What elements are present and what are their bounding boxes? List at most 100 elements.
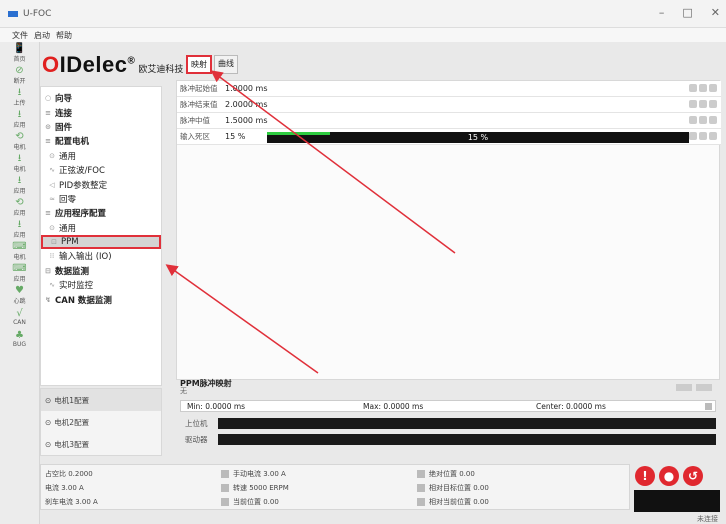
nav-item-7[interactable]: ≈ 回零 (41, 192, 161, 206)
info-icon[interactable] (709, 116, 717, 124)
toolbar-icon: ♥ (15, 284, 24, 296)
param-row-pulse-start[interactable]: 脉冲起始值 1.0000 ms (177, 81, 721, 97)
nav-item-0[interactable]: ○ 向导 (41, 91, 161, 105)
stop-button[interactable]: ● (659, 466, 679, 486)
host-level-bar (218, 418, 716, 429)
toolbar-button-9[interactable]: ⌨ 电机 (0, 240, 39, 262)
default-icon[interactable] (699, 84, 707, 92)
param-row-pulse-center[interactable]: 脉冲中值 1.5000 ms (177, 113, 721, 129)
title-bar: U-FOC – □ ✕ (0, 0, 726, 28)
motor-config-list: ⊙ 电机1配置 ⊙ 电机2配置 ⊙ 电机3配置 (40, 388, 162, 456)
stat-relative-current[interactable]: 相对当前位置 0.00 (417, 496, 489, 508)
toolbar-button-3[interactable]: ⭳ 应用 (0, 108, 39, 130)
ppm-mapping-section: PPM脉冲映射 无 Min: 0.0000 ms Max: 0.0000 ms … (176, 379, 720, 456)
apply-button[interactable] (696, 384, 712, 391)
window-title: U-FOC (23, 8, 52, 19)
param-value[interactable]: 1.5000 ms (221, 116, 268, 125)
toolbar-button-8[interactable]: ⭳ 应用 (0, 218, 39, 240)
minimize-button[interactable]: – (659, 6, 665, 19)
tab-curve[interactable]: 曲线 (214, 55, 238, 74)
stat-relative-target[interactable]: 相对目标位置 0.00 (417, 482, 489, 494)
info-icon[interactable] (709, 84, 717, 92)
toolbar-icon: 📱 (13, 42, 26, 54)
stat-current: 电流 3.00 A (45, 484, 84, 492)
nav-icon: ○ (44, 94, 52, 103)
menu-help[interactable]: 帮助 (56, 30, 72, 41)
nav-item-9[interactable]: ⊙ 通用 (41, 221, 161, 235)
nav-item-2[interactable]: ⊙ 固件 (41, 120, 161, 134)
nav-label: 输入输出 (IO) (59, 252, 112, 263)
connection-status: 未连接 (697, 515, 718, 523)
toolbar-button-6[interactable]: ⭳ 应用 (0, 174, 39, 196)
nav-item-6[interactable]: ◁ PID参数整定 (41, 177, 161, 191)
nav-icon: ↯ (45, 295, 51, 304)
driver-level-bar (218, 434, 716, 445)
param-value[interactable]: 1.0000 ms (221, 84, 268, 93)
close-button[interactable]: ✕ (711, 6, 720, 19)
nav-item-5[interactable]: ∿ 正弦波/FOC (41, 163, 161, 177)
param-row-pulse-end[interactable]: 脉冲结束值 2.0000 ms (177, 97, 721, 113)
toolbar-button-12[interactable]: √ CAN (0, 306, 39, 328)
toolbar-icon: ⟲ (15, 130, 24, 142)
reset-icon[interactable] (689, 84, 697, 92)
menu-start[interactable]: 启动 (34, 30, 50, 41)
toolbar-button-2[interactable]: ⭳ 上传 (0, 86, 39, 108)
toolbar-button-10[interactable]: ⌨ 应用 (0, 262, 39, 284)
toolbar-button-1[interactable]: ⊘ 断开 (0, 64, 39, 86)
toolbar-button-7[interactable]: ⟲ 应用 (0, 196, 39, 218)
nav-item-11[interactable]: ⁞⁞ 输入输出 (IO) (41, 249, 161, 263)
reset-icon[interactable] (689, 116, 697, 124)
alert-button[interactable]: ! (635, 466, 655, 486)
motor-2-config[interactable]: ⊙ 电机2配置 (41, 411, 161, 433)
nav-item-8[interactable]: ≡ 应用程序配置 (41, 206, 161, 220)
menu-file[interactable]: 文件 (12, 30, 28, 41)
ppm-center: Center: 0.0000 ms (536, 402, 606, 411)
reset-icon[interactable] (689, 132, 697, 140)
navigation-tree: ○ 向导 ≡ 连接 ⊙ 固件 ≡ 配置电机 ⊙ 通用 ∿ 正弦波/FOC ◁ PID参数整定 ≈ 回零 ≡ 应用程… (40, 86, 162, 386)
info-icon[interactable] (709, 132, 717, 140)
motor-3-config[interactable]: ⊙ 电机3配置 (41, 433, 161, 455)
toolbar-button-4[interactable]: ⟲ 电机 (0, 130, 39, 152)
deadzone-progress-bar[interactable]: 15 % (267, 132, 689, 143)
toolbar-button-13[interactable]: ♣ BUG (0, 328, 39, 350)
nav-item-10[interactable]: ⊡ PPM (41, 234, 161, 250)
tab-mapping[interactable]: 映射 (186, 55, 212, 74)
motor-1-config[interactable]: ⊙ 电机1配置 (41, 389, 161, 411)
nav-label: 向导 (55, 94, 73, 105)
stat-current-position[interactable]: 当前位置 0.00 (221, 496, 279, 508)
stat-speed[interactable]: 转速 5000 ERPM (221, 482, 289, 494)
reset-button[interactable] (676, 384, 692, 391)
toolbar-label: 断开 (13, 77, 26, 85)
nav-item-1[interactable]: ≡ 连接 (41, 105, 161, 119)
stat-manual-current[interactable]: 手动电流 3.00 A (221, 468, 286, 480)
brand-subtitle: 欧艾迪科技 (138, 65, 184, 75)
reset-button[interactable]: ↺ (683, 466, 703, 486)
param-row-deadzone[interactable]: 输入死区 15 % 15 % (177, 129, 721, 145)
toolbar-icon: ⭳ (17, 174, 22, 186)
nav-item-4[interactable]: ⊙ 通用 (41, 149, 161, 163)
toolbar-button-0[interactable]: 📱 首页 (0, 42, 39, 64)
default-icon[interactable] (699, 116, 707, 124)
reset-icon[interactable] (689, 100, 697, 108)
toolbar-icon: ⭳ (17, 86, 22, 98)
default-icon[interactable] (699, 132, 707, 140)
nav-item-12[interactable]: ⊟ 数据监测 (41, 264, 161, 278)
default-icon[interactable] (699, 100, 707, 108)
info-icon[interactable] (709, 100, 717, 108)
nav-item-14[interactable]: ↯ CAN 数据监测 (41, 292, 161, 306)
brand-logo: OIDelec® 欧艾迪科技 (42, 52, 184, 77)
toolbar-icon: ⊘ (15, 64, 24, 76)
toolbar-button-5[interactable]: ⭳ 电机 (0, 152, 39, 174)
maximize-button[interactable]: □ (682, 6, 692, 19)
toolbar-button-11[interactable]: ♥ 心跳 (0, 284, 39, 306)
driver-bar: 驱动器 (180, 433, 716, 446)
toolbar-label: 电机 (13, 143, 26, 151)
nav-item-13[interactable]: ∿ 实时监控 (41, 278, 161, 292)
param-value[interactable]: 2.0000 ms (221, 100, 268, 109)
window-controls: – □ ✕ (659, 6, 720, 19)
nav-item-3[interactable]: ≡ 配置电机 (41, 134, 161, 148)
settings-icon[interactable] (705, 403, 712, 410)
param-value[interactable]: 15 % (221, 132, 245, 141)
nav-label: 数据监测 (55, 266, 90, 277)
stat-absolute-position[interactable]: 绝对位置 0.00 (417, 468, 475, 480)
